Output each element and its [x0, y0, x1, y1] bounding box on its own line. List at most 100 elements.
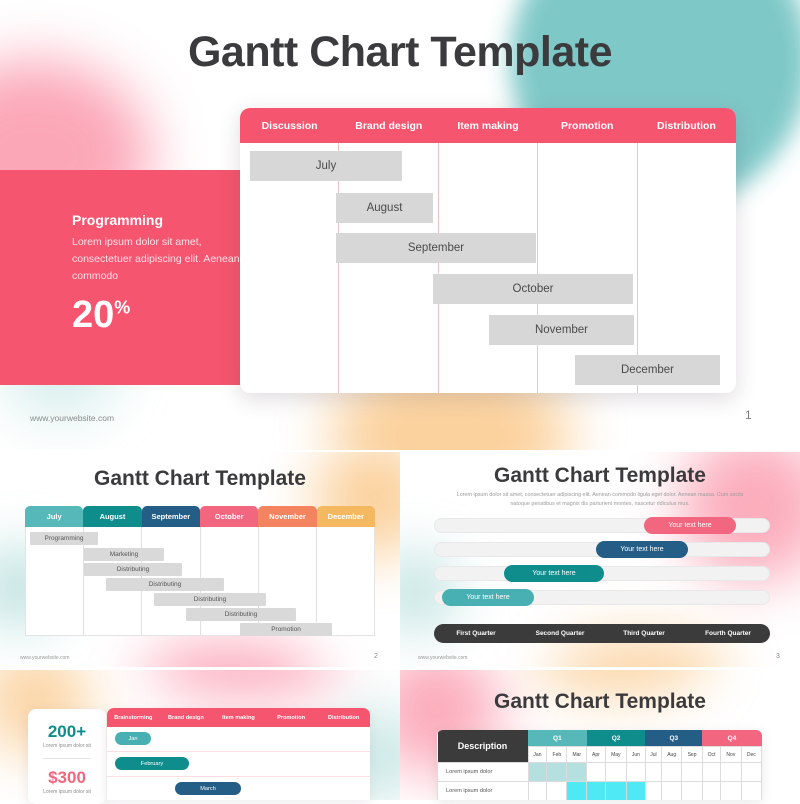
table-row: Lorem ipsum dolor: [437, 762, 762, 782]
quarter-header-q4: Q4: [702, 730, 762, 747]
cell[interactable]: [604, 781, 627, 800]
gantt-bar-november[interactable]: November: [489, 315, 634, 345]
grid-column: [439, 143, 539, 393]
statistics-card: 200+ Lorem ipsum dolor sit $300 Lorem ip…: [28, 709, 106, 804]
task-bar-distributing[interactable]: Distributing: [84, 563, 182, 576]
cell[interactable]: [681, 762, 703, 782]
schedule-table: Description Q1 Q2 Q3 Q4 Jan Feb Mar Apr May J…: [437, 730, 762, 800]
gantt-bar-september[interactable]: September: [336, 233, 536, 263]
task-pill-march[interactable]: March: [175, 782, 241, 795]
gantt-bar-august[interactable]: August: [336, 193, 433, 223]
quarter-header-row: Description Q1 Q2 Q3 Q4: [437, 730, 762, 763]
cell[interactable]: [681, 781, 703, 800]
gantt-bar-october[interactable]: October: [433, 274, 633, 304]
stat-value-200: 200+: [47, 722, 87, 741]
column-header-discussion: Discussion: [261, 119, 318, 132]
month-header-august[interactable]: August: [83, 506, 142, 527]
quarterly-schedule-table: Description Q1 Q2 Q3 Q4 Jan Feb Mar Apr May J…: [437, 730, 762, 800]
task-bar-programming[interactable]: Programming: [30, 532, 98, 545]
slide-5-title: Gantt Chart Template: [494, 690, 706, 713]
column-header-brand-design: Brand design: [168, 714, 204, 721]
cell[interactable]: [701, 762, 722, 782]
progress-pill-2[interactable]: Your text here: [596, 541, 688, 558]
table-row: Lorem ipsum dolor: [437, 781, 762, 800]
month-header-october[interactable]: October: [199, 506, 259, 527]
stat-caption-1: Lorem ipsum dolor sit: [43, 743, 91, 749]
month-header-december[interactable]: December: [316, 506, 375, 527]
footer-url-slide-1[interactable]: www.yourwebsite.com: [30, 413, 114, 423]
cell[interactable]: [720, 762, 742, 782]
quarter-label-first[interactable]: First Quarter: [434, 630, 518, 637]
cell[interactable]: [586, 781, 606, 800]
month-header-mar: Mar: [566, 746, 588, 763]
quarter-label-third[interactable]: Third Quarter: [602, 630, 686, 637]
slide-3-title: Gantt Chart Template: [494, 464, 706, 487]
task-bar-distributing[interactable]: Distributing: [154, 593, 266, 606]
cell[interactable]: [660, 762, 683, 782]
column-header-item-making: Item making: [222, 714, 255, 721]
slide-1: Discussion Brand design Item making Prom…: [0, 0, 800, 450]
slide-2-gantt-card: July August September October November D…: [25, 506, 375, 636]
task-pill-jan[interactable]: Jan: [115, 732, 151, 745]
progress-pill-4[interactable]: Your text here: [442, 589, 534, 606]
cell[interactable]: [546, 762, 568, 782]
gantt-bar-december[interactable]: December: [575, 355, 720, 385]
cell[interactable]: [566, 781, 588, 800]
description-header: Description: [437, 730, 528, 763]
column-header-distribution: Distribution: [327, 714, 360, 721]
column-header-brand-design: Brand design: [355, 119, 423, 132]
quarter-header-q3: Q3: [645, 730, 703, 747]
month-header-may: May: [604, 746, 627, 763]
progress-pill-3[interactable]: Your text here: [504, 565, 604, 582]
quarter-label-fourth[interactable]: Fourth Quarter: [686, 630, 770, 637]
task-bar-promotion[interactable]: Promotion: [240, 623, 332, 636]
task-pill-february[interactable]: February: [115, 757, 189, 770]
footer-url-slide-2[interactable]: www.yourwebsite.com: [20, 655, 69, 661]
month-header-july[interactable]: July: [25, 506, 84, 527]
programming-body-text: Lorem ipsum dolor sit amet, consectetuer…: [72, 236, 240, 282]
task-bar-distributing[interactable]: Distributing: [186, 608, 296, 621]
cell[interactable]: [527, 781, 548, 800]
page-number-slide-2: 2: [374, 653, 378, 660]
cell[interactable]: [740, 781, 762, 800]
cell[interactable]: [546, 781, 568, 800]
cell[interactable]: [644, 781, 662, 800]
quarter-label-second[interactable]: Second Quarter: [518, 630, 602, 637]
cell[interactable]: [604, 762, 627, 782]
cell[interactable]: [740, 762, 762, 782]
cell[interactable]: [625, 781, 646, 800]
task-bar-distributing[interactable]: Distributing: [106, 578, 224, 591]
cell[interactable]: [644, 762, 662, 782]
task-bar-marketing[interactable]: Marketing: [84, 548, 164, 561]
progress-pill-1[interactable]: Your text here: [644, 517, 736, 534]
quarter-header-q1: Q1: [528, 730, 587, 747]
cell[interactable]: [625, 762, 646, 782]
row-label: Lorem ipsum dolor: [437, 781, 529, 800]
slide-4-table: Brainstorming Brand design Item making P…: [107, 708, 370, 800]
month-header-apr: Apr: [586, 746, 606, 763]
page-number-slide-1: 1: [745, 408, 752, 422]
gantt-bar-july[interactable]: July: [250, 151, 402, 181]
month-header-nov: Nov: [720, 746, 742, 763]
stat-value-300: $300: [48, 768, 86, 787]
row-label: Lorem ipsum dolor: [437, 762, 529, 782]
slide-3-subtitle: Lorem ipsum dolor sit amet, consectetuer…: [456, 492, 744, 507]
gantt-body: July August September October November D…: [240, 143, 736, 393]
cell[interactable]: [527, 762, 548, 782]
cell[interactable]: [566, 762, 588, 782]
column-header-brainstorming: Brainstorming: [114, 714, 153, 721]
month-header-september[interactable]: September: [141, 506, 200, 527]
month-header-november[interactable]: November: [258, 506, 317, 527]
table-row: March: [107, 777, 370, 800]
cell[interactable]: [701, 781, 722, 800]
quarter-header-q2: Q2: [586, 730, 646, 747]
month-header-feb: Feb: [546, 746, 568, 763]
footer-url-slide-3[interactable]: www.yourwebsite.com: [418, 655, 467, 661]
column-header-distribution: Distribution: [656, 119, 716, 132]
table-row: February: [107, 752, 370, 777]
table-row: Jan: [107, 727, 370, 752]
cell[interactable]: [660, 781, 683, 800]
stat-caption-2: Lorem ipsum dolor sit: [43, 789, 91, 795]
cell[interactable]: [720, 781, 742, 800]
cell[interactable]: [586, 762, 606, 782]
